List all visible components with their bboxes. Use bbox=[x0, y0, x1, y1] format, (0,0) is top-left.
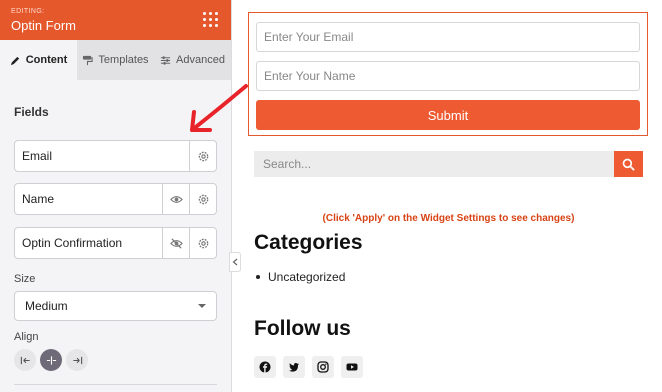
tab-templates-label: Templates bbox=[98, 54, 149, 66]
twitter-link[interactable] bbox=[283, 356, 305, 378]
chevron-left-icon bbox=[232, 258, 238, 266]
field-visibility-button[interactable] bbox=[162, 184, 189, 214]
email-field[interactable]: Enter Your Email bbox=[256, 22, 640, 52]
follow-heading: Follow us bbox=[254, 317, 351, 340]
eye-icon bbox=[169, 195, 183, 203]
gear-icon bbox=[198, 194, 208, 204]
size-select[interactable]: Medium bbox=[14, 291, 217, 321]
align-center-button[interactable] bbox=[40, 349, 62, 371]
field-settings-button[interactable] bbox=[189, 228, 216, 258]
twitter-icon bbox=[289, 363, 299, 372]
tab-content[interactable]: Content bbox=[0, 40, 77, 80]
align-left-button[interactable] bbox=[14, 349, 36, 371]
field-settings-button[interactable] bbox=[189, 184, 216, 214]
align-button-group bbox=[14, 349, 88, 371]
tab-advanced-label: Advanced bbox=[176, 54, 225, 66]
field-visibility-button[interactable] bbox=[162, 228, 189, 258]
youtube-link[interactable] bbox=[341, 356, 363, 378]
youtube-icon bbox=[346, 363, 358, 371]
pencil-icon bbox=[10, 56, 19, 65]
grid-menu-icon[interactable] bbox=[203, 12, 219, 28]
align-center-icon bbox=[46, 355, 56, 365]
chevron-down-icon bbox=[198, 304, 206, 308]
paint-roller-icon bbox=[83, 55, 94, 65]
list-item[interactable]: Uncategorized bbox=[256, 270, 345, 284]
panel-header: EDITING: Optin Form bbox=[0, 0, 231, 40]
align-right-icon bbox=[72, 356, 82, 364]
settings-panel: EDITING: Optin Form Content Templates Ad… bbox=[0, 0, 232, 392]
size-select-value: Medium bbox=[25, 299, 68, 313]
apply-notice: (Click 'Apply' on the Widget Settings to… bbox=[322, 213, 575, 224]
gear-icon bbox=[198, 151, 208, 161]
facebook-link[interactable] bbox=[254, 356, 276, 378]
search-input[interactable]: Search... bbox=[254, 151, 614, 177]
tab-advanced[interactable]: Advanced bbox=[154, 40, 231, 80]
tab-templates[interactable]: Templates bbox=[77, 40, 154, 80]
field-label: Optin Confirmation bbox=[22, 236, 123, 250]
field-row-optin-confirmation[interactable]: Optin Confirmation bbox=[14, 227, 217, 259]
field-label: Name bbox=[22, 192, 55, 206]
align-right-button[interactable] bbox=[66, 349, 88, 371]
collapse-panel-handle[interactable] bbox=[229, 252, 241, 272]
instagram-icon bbox=[317, 361, 329, 373]
name-field[interactable]: Enter Your Name bbox=[256, 61, 640, 91]
search-button[interactable] bbox=[614, 151, 643, 177]
eye-slash-icon bbox=[169, 237, 183, 249]
panel-title: Optin Form bbox=[11, 18, 77, 33]
fields-section-title: Fields bbox=[14, 105, 49, 119]
category-link[interactable]: Uncategorized bbox=[268, 270, 345, 284]
bullet bbox=[256, 275, 260, 279]
editing-label: EDITING: bbox=[11, 8, 45, 15]
field-row-email[interactable]: Email bbox=[14, 140, 217, 172]
divider bbox=[14, 384, 217, 385]
submit-button[interactable]: Submit bbox=[256, 100, 640, 130]
search-icon bbox=[622, 158, 635, 171]
field-row-name[interactable]: Name bbox=[14, 183, 217, 215]
optin-form-preview: Enter Your Email Enter Your Name Submit bbox=[248, 12, 648, 136]
categories-heading: Categories bbox=[254, 231, 363, 254]
social-icons bbox=[254, 356, 363, 378]
size-label: Size bbox=[14, 273, 36, 285]
sliders-icon bbox=[160, 55, 171, 65]
align-left-icon bbox=[20, 356, 30, 364]
field-label: Email bbox=[22, 149, 53, 163]
facebook-icon bbox=[259, 361, 271, 373]
instagram-link[interactable] bbox=[312, 356, 334, 378]
tab-content-label: Content bbox=[25, 54, 68, 66]
field-settings-button[interactable] bbox=[189, 141, 216, 171]
gear-icon bbox=[198, 238, 208, 248]
panel-tabs: Content Templates Advanced bbox=[0, 40, 231, 80]
search-widget: Search... bbox=[254, 151, 643, 177]
align-label: Align bbox=[14, 331, 39, 343]
